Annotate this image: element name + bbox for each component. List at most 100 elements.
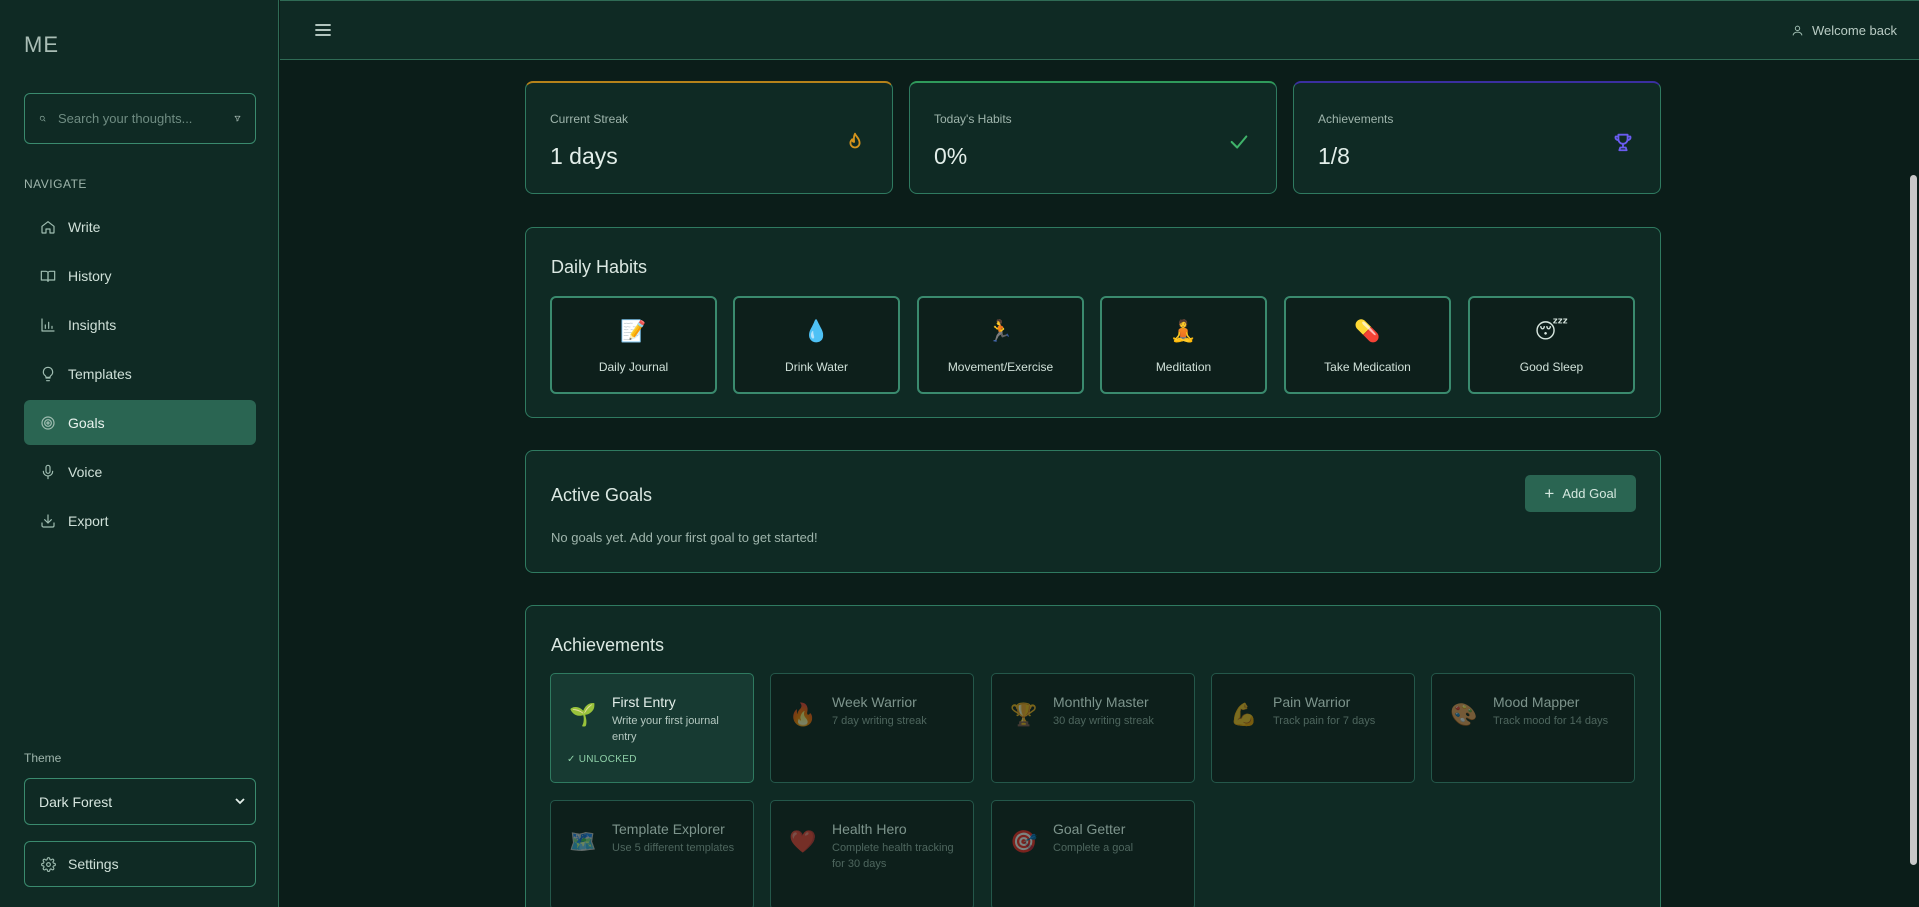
bar-chart-icon xyxy=(41,317,55,332)
welcome-text: Welcome back xyxy=(1811,23,1897,38)
habit-name: Daily Journal xyxy=(598,360,669,374)
droplet-icon: 💧 xyxy=(803,320,830,343)
theme-label: Theme xyxy=(24,751,62,765)
stat-value: 1/8 xyxy=(1318,143,1350,169)
sidebar-item-label: Templates xyxy=(68,365,132,382)
hamburger-menu-icon[interactable] xyxy=(314,21,332,39)
sidebar-item-label: Write xyxy=(68,218,101,235)
sidebar-item-export[interactable]: Export xyxy=(24,498,256,543)
flexed-biceps-icon: 💪 xyxy=(1230,702,1258,727)
daily-habits-section: Daily Habits 📝 Daily Journal 💧 Drink Wat… xyxy=(525,227,1661,418)
plus-icon: + xyxy=(1544,483,1555,503)
achievements-section: Achievements 🌱 First Entry Write your fi… xyxy=(525,605,1661,907)
add-goal-label: Add Goal xyxy=(1562,486,1617,501)
scrollbar-thumb[interactable] xyxy=(1910,175,1917,865)
settings-label: Settings xyxy=(68,856,119,872)
achievement-desc: Track mood for 14 days xyxy=(1493,715,1609,727)
top-bar: Welcome back xyxy=(280,0,1919,60)
achievement-title: Health Hero xyxy=(832,821,907,837)
user-icon xyxy=(1792,25,1803,36)
achievement-pain-warrior: 💪 Pain Warrior Track pain for 7 days xyxy=(1211,673,1415,783)
achievement-week-warrior: 🔥 Week Warrior 7 day writing streak xyxy=(770,673,974,783)
achievement-title: Template Explorer xyxy=(612,821,725,837)
sidebar-item-label: Insights xyxy=(68,316,117,333)
welcome-user[interactable]: Welcome back xyxy=(1791,23,1897,38)
pill-icon: 💊 xyxy=(1354,320,1381,343)
app-brand: ME xyxy=(24,32,59,57)
section-title: Daily Habits xyxy=(551,257,648,277)
trophy-icon xyxy=(1614,133,1632,152)
achievement-monthly-master: 🏆 Monthly Master 30 day writing streak xyxy=(991,673,1195,783)
flame-icon xyxy=(849,132,861,149)
achievement-title: First Entry xyxy=(612,694,676,710)
achievement-health-hero: ❤️ Health Hero Complete health tracking … xyxy=(770,800,974,907)
achievement-desc: Complete a goal xyxy=(1053,842,1134,854)
map-icon: 🗺️ xyxy=(569,829,597,854)
add-goal-button[interactable]: + Add Goal xyxy=(1525,475,1636,512)
home-icon xyxy=(41,220,55,234)
settings-button[interactable]: Settings xyxy=(24,841,256,887)
unlocked-badge: ✓ UNLOCKED xyxy=(567,754,637,765)
stat-label: Current Streak xyxy=(550,112,629,126)
microphone-icon xyxy=(42,464,54,479)
empty-goals-message: No goals yet. Add your first goal to get… xyxy=(551,530,818,545)
sidebar-item-templates[interactable]: Templates xyxy=(24,351,256,396)
active-goals-section: Active Goals + Add Goal No goals yet. Ad… xyxy=(525,450,1661,573)
sidebar-item-voice[interactable]: Voice xyxy=(24,449,256,494)
sidebar-item-history[interactable]: History xyxy=(24,253,256,298)
trophy-icon: 🏆 xyxy=(1010,702,1038,727)
achievement-first-entry: 🌱 First Entry Write your first journal e… xyxy=(550,673,754,783)
palette-icon: 🎨 xyxy=(1450,702,1478,727)
stat-value: 1 days xyxy=(550,143,618,169)
book-icon xyxy=(40,270,56,282)
achievement-desc: Track pain for 7 days xyxy=(1273,715,1376,727)
stat-value: 0% xyxy=(934,143,968,169)
achievement-desc: Complete health tracking for 30 days xyxy=(832,842,954,870)
heart-icon: ❤️ xyxy=(789,829,817,854)
habit-take-medication[interactable]: 💊 Take Medication xyxy=(1284,296,1451,394)
habit-name: Take Medication xyxy=(1324,360,1411,374)
achievement-desc: 30 day writing streak xyxy=(1053,715,1154,727)
achievement-desc: Write your first journal entry xyxy=(612,715,719,743)
habit-drink-water[interactable]: 💧 Drink Water xyxy=(733,296,900,394)
lightbulb-icon xyxy=(42,366,54,381)
sidebar-item-write[interactable]: Write xyxy=(24,204,256,249)
filter-icon[interactable] xyxy=(234,111,241,126)
achievement-template-explorer: 🗺️ Template Explorer Use 5 different tem… xyxy=(550,800,754,907)
habit-meditation[interactable]: 🧘 Meditation xyxy=(1100,296,1267,394)
runner-icon: 🏃 xyxy=(987,320,1014,343)
achievement-desc: 7 day writing streak xyxy=(832,715,927,727)
habit-good-sleep[interactable]: 😴 Good Sleep xyxy=(1468,296,1635,394)
achievement-title: Pain Warrior xyxy=(1273,694,1351,710)
theme-select-wrapper[interactable]: Dark Forest xyxy=(24,778,256,825)
stat-label: Today's Habits xyxy=(934,112,1012,126)
sidebar: ME NAVIGATE Write History Insights Templ… xyxy=(0,0,279,907)
download-icon xyxy=(41,513,55,528)
gear-icon xyxy=(41,856,56,872)
sidebar-nav: Write History Insights Templates Goals V… xyxy=(24,204,256,547)
seedling-icon: 🌱 xyxy=(569,702,597,727)
sidebar-item-insights[interactable]: Insights xyxy=(24,302,256,347)
habit-movement-exercise[interactable]: 🏃 Movement/Exercise xyxy=(917,296,1084,394)
section-title: Achievements xyxy=(551,635,665,655)
sidebar-item-label: Goals xyxy=(68,414,105,431)
section-title: Active Goals xyxy=(551,485,653,505)
habit-name: Meditation xyxy=(1155,360,1212,374)
dart-target-icon: 🎯 xyxy=(1010,829,1038,854)
search-input[interactable] xyxy=(58,111,234,126)
sleeping-face-icon: 😴 xyxy=(1534,320,1569,343)
nav-heading: NAVIGATE xyxy=(24,177,87,191)
search-box[interactable] xyxy=(24,93,256,144)
theme-select[interactable]: Dark Forest xyxy=(25,779,255,824)
stat-card-streak: Current Streak 1 days xyxy=(525,81,893,194)
sidebar-item-label: Voice xyxy=(68,463,103,480)
sidebar-item-goals[interactable]: Goals xyxy=(24,400,256,445)
habit-daily-journal[interactable]: 📝 Daily Journal xyxy=(550,296,717,394)
stat-card-habits: Today's Habits 0% xyxy=(909,81,1277,194)
achievement-goal-getter: 🎯 Goal Getter Complete a goal xyxy=(991,800,1195,907)
sidebar-item-label: History xyxy=(68,267,112,284)
habit-name: Movement/Exercise xyxy=(947,360,1054,374)
habit-name: Good Sleep xyxy=(1519,360,1584,374)
target-icon xyxy=(41,415,55,430)
fire-icon: 🔥 xyxy=(789,702,817,727)
